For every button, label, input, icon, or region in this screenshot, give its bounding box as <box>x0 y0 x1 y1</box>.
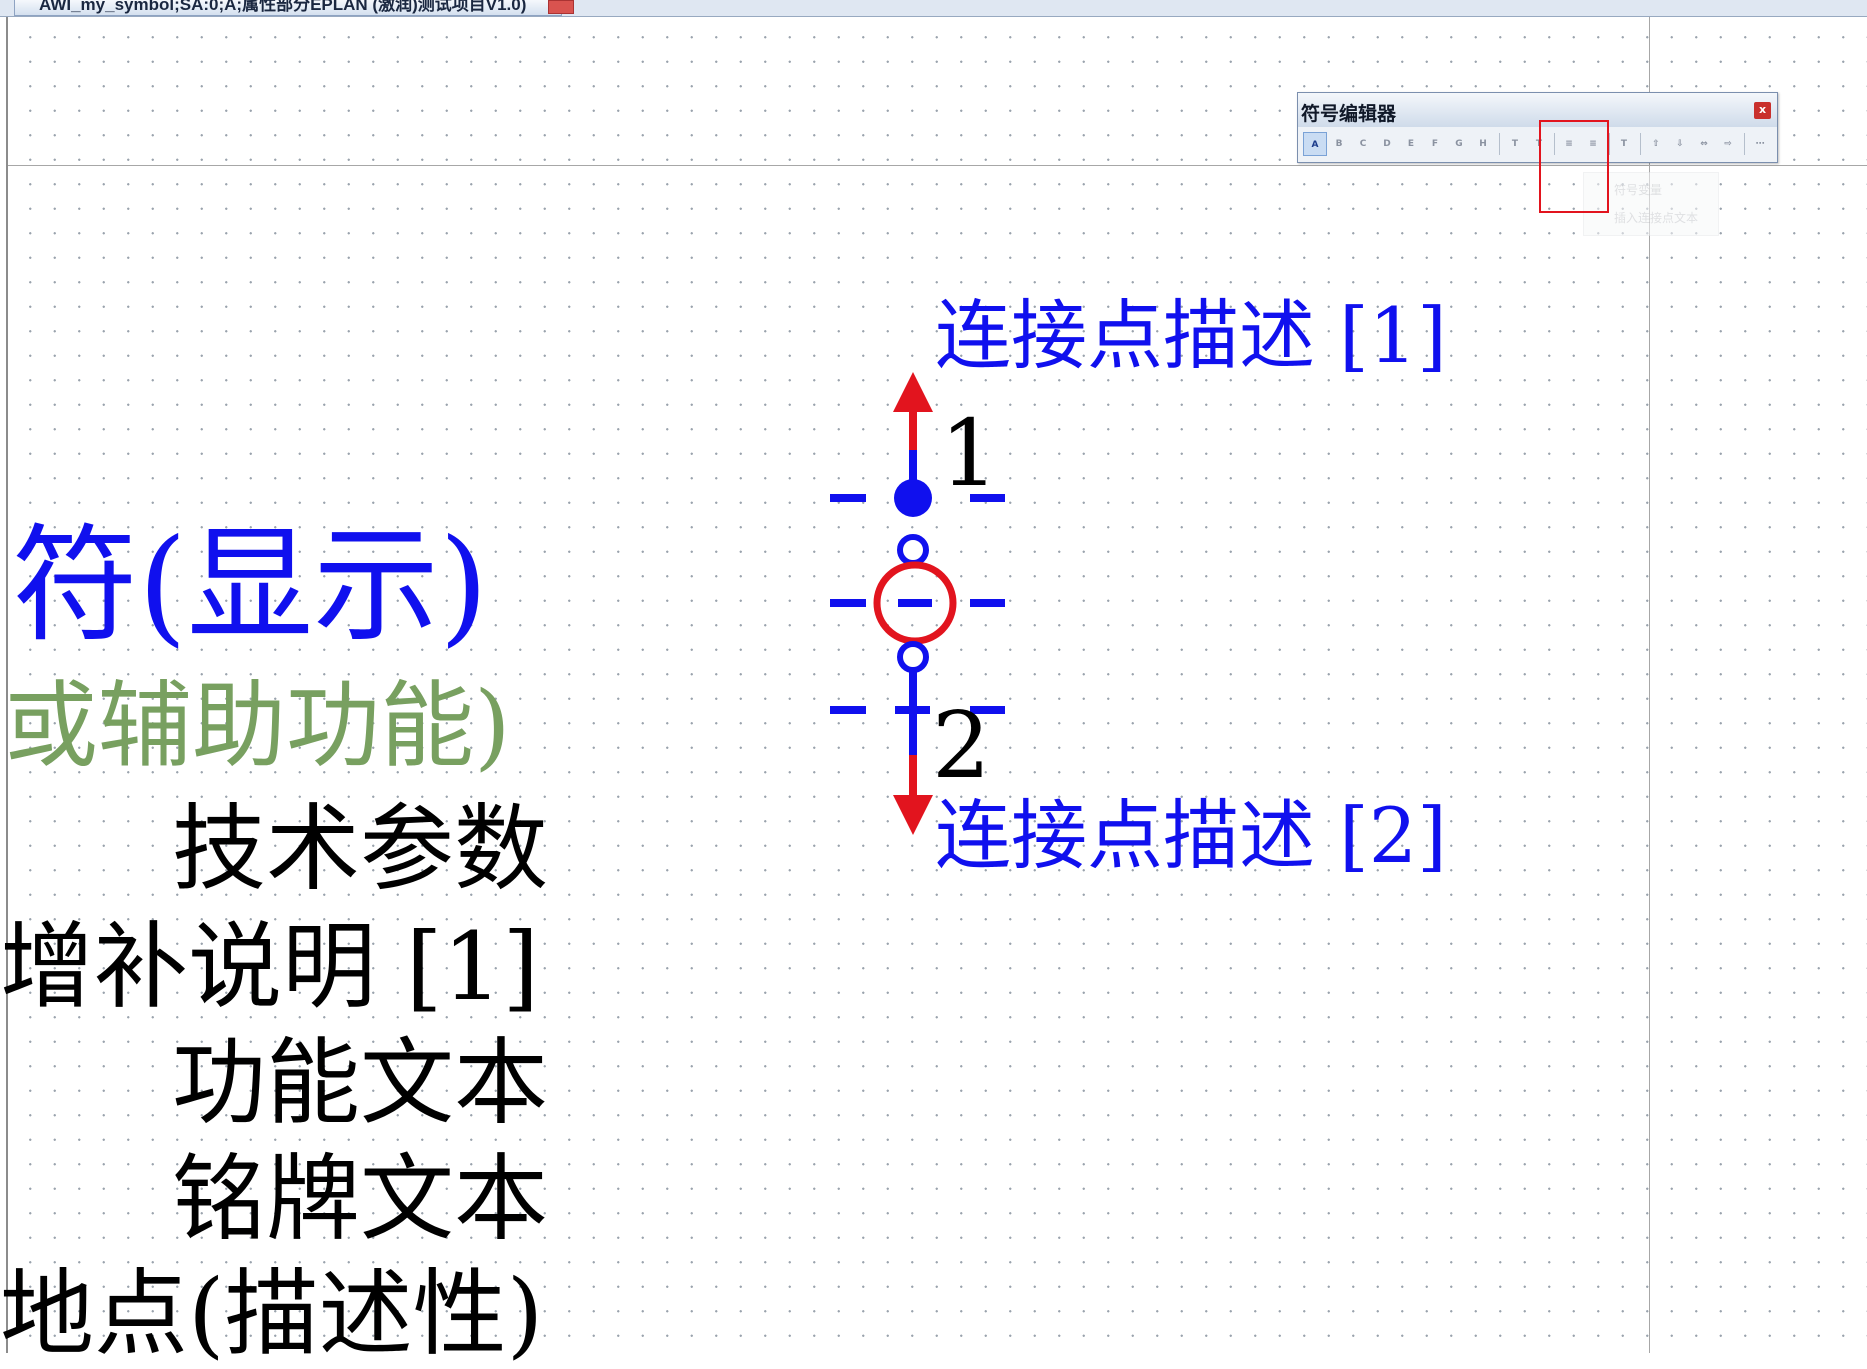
property-label-tech-params[interactable]: 技术参数 <box>172 803 548 897</box>
symbol-editor-toolbar-header[interactable]: 符号编辑器 x <box>1298 93 1777 127</box>
ghost-menu-item: 插入连接点文本 <box>1614 211 1699 225</box>
upper-hollow-point <box>897 534 929 566</box>
text-vertical-button[interactable]: T <box>1503 132 1527 156</box>
toolbar-separator <box>1499 133 1500 155</box>
property-label-supplement[interactable]: 增补说明 [1] <box>0 921 539 1015</box>
red-highlight-annotation <box>1539 120 1609 213</box>
connection-f-button[interactable]: F <box>1423 132 1447 156</box>
symbol-editor-title: 符号编辑器 <box>1301 103 1397 125</box>
symbol-editor-toolbar[interactable]: 符号编辑器 x A B C D E F G H T T ≡ ≡ T ⇧ ⇩ ⇔ … <box>1297 92 1778 163</box>
connection-1-point[interactable] <box>894 479 932 517</box>
property-label-aux[interactable]: 或辅助功能) <box>4 680 511 774</box>
property-label-display[interactable]: 符(显示) <box>12 523 488 649</box>
align-up-button[interactable]: ⇧ <box>1644 132 1668 156</box>
connection-1-arrow[interactable] <box>893 372 933 450</box>
connection-a-button[interactable]: A <box>1303 132 1327 156</box>
connection-number-2[interactable]: 2 <box>932 700 991 792</box>
property-label-location[interactable]: 地点(描述性) <box>0 1268 543 1362</box>
ghost-menu-item: 符号变量 <box>1614 183 1663 197</box>
connection-2-arrow[interactable] <box>893 755 933 835</box>
connection-g-button[interactable]: G <box>1447 132 1471 156</box>
connection-c-button[interactable]: C <box>1351 132 1375 156</box>
connection-d-button[interactable]: D <box>1375 132 1399 156</box>
symbol-text-button[interactable]: T <box>1612 132 1636 156</box>
connection-h-button[interactable]: H <box>1471 132 1495 156</box>
close-icon[interactable]: x <box>1754 102 1771 119</box>
toolbar-separator <box>1640 133 1641 155</box>
toolbar-separator <box>1609 133 1610 155</box>
property-label-function-text[interactable]: 功能文本 <box>172 1037 548 1131</box>
connection-description-2[interactable]: 连接点描述 [2] <box>935 798 1447 874</box>
toolbar-separator <box>1744 133 1745 155</box>
connection-description-1[interactable]: 连接点描述 [1] <box>935 298 1447 374</box>
connection-number-1[interactable]: 1 <box>940 408 999 500</box>
connection-e-button[interactable]: E <box>1399 132 1423 156</box>
align-down-button[interactable]: ⇩ <box>1668 132 1692 156</box>
connection-b-button[interactable]: B <box>1327 132 1351 156</box>
lower-hollow-point <box>897 641 929 673</box>
align-right-button[interactable]: ⇨ <box>1716 132 1740 156</box>
symbol-editor-button-row: A B C D E F G H T T ≡ ≡ T ⇧ ⇩ ⇔ ⇨ ⋯ <box>1298 128 1777 162</box>
property-label-nameplate-text[interactable]: 铭牌文本 <box>172 1153 548 1247</box>
align-horizontal-button[interactable]: ⇔ <box>1692 132 1716 156</box>
more-button[interactable]: ⋯ <box>1748 132 1772 156</box>
